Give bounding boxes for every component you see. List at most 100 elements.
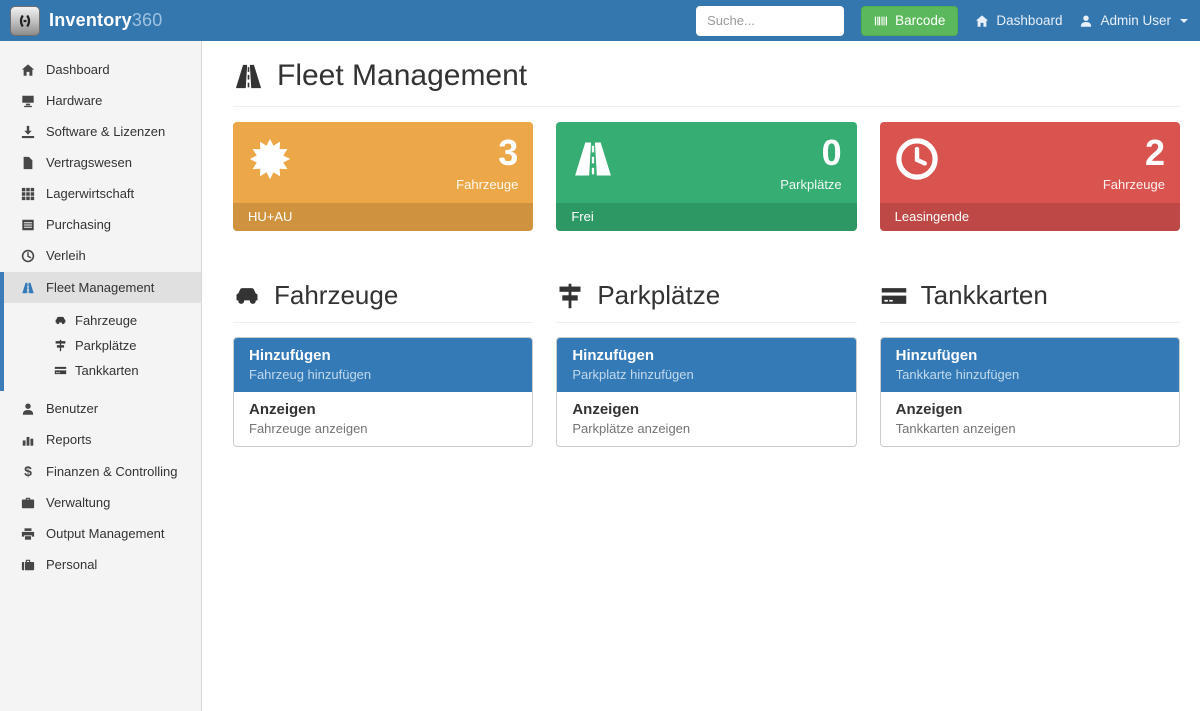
caret-down-icon: [1180, 19, 1188, 23]
user-menu[interactable]: Admin User: [1079, 13, 1188, 28]
bar-chart-icon: [21, 433, 35, 447]
sidebar-item-label: Verleih: [46, 248, 86, 263]
user-menu-label: Admin User: [1100, 13, 1171, 28]
add-parkplatz-panel[interactable]: Hinzufügen Parkplatz hinzufügen: [557, 338, 855, 392]
sidebar-item-label: Purchasing: [46, 217, 111, 232]
section-tankkarten: Tankkarten Hinzufügen Tankkarte hinzufüg…: [880, 280, 1180, 447]
sidebar-item-personal[interactable]: Personal: [0, 549, 201, 580]
barcode-label: Barcode: [895, 13, 945, 28]
brand-suffix: 360: [132, 10, 163, 30]
panel-group-tankkarten: Hinzufügen Tankkarte hinzufügen Anzeigen…: [880, 337, 1180, 447]
sidebar-item-vertragswesen[interactable]: Vertragswesen: [0, 147, 201, 178]
view-fahrzeuge-panel[interactable]: Anzeigen Fahrzeuge anzeigen: [234, 392, 532, 446]
top-navbar: Inventory360 Barcode Dashboard Admin Use…: [0, 0, 1200, 41]
brand-name: Inventory360: [49, 10, 162, 31]
desktop-icon: [21, 94, 35, 108]
sidebar-item-hardware[interactable]: Hardware: [0, 85, 201, 116]
nav-dashboard-link[interactable]: Dashboard: [975, 13, 1062, 28]
sidebar-item-label: Output Management: [46, 526, 165, 541]
sidebar-item-label: Vertragswesen: [46, 155, 132, 170]
add-tankkarte-panel[interactable]: Hinzufügen Tankkarte hinzufügen: [881, 338, 1179, 392]
sidebar: Dashboard Hardware Software & Lizenzen V…: [0, 41, 202, 711]
stats-row: 3 Fahrzeuge HU+AU 0 Parkplätze Frei 2: [233, 122, 1180, 231]
stat-card-frei[interactable]: 0 Parkplätze Frei: [556, 122, 856, 231]
sidebar-item-software-lizenzen[interactable]: Software & Lizenzen: [0, 116, 201, 147]
search-input[interactable]: [696, 6, 844, 36]
stat-footer: Frei: [556, 203, 856, 231]
home-icon: [975, 14, 989, 28]
sidebar-item-label: Lagerwirtschaft: [46, 186, 134, 201]
sidebar-item-benutzer[interactable]: Benutzer: [0, 393, 201, 424]
stat-card-hu-au[interactable]: 3 Fahrzeuge HU+AU: [233, 122, 533, 231]
sidebar-item-label: Software & Lizenzen: [46, 124, 165, 139]
sidebar-subitem-label: Fahrzeuge: [75, 313, 137, 328]
sidebar-submenu: Fahrzeuge Parkplätze Tankkarten: [4, 303, 201, 391]
download-icon: [21, 125, 35, 139]
clock-icon: [21, 249, 35, 263]
sidebar-item-label: Verwaltung: [46, 495, 110, 510]
sidebar-item-label: Finanzen & Controlling: [46, 464, 178, 479]
sidebar-item-output-management[interactable]: Output Management: [0, 518, 201, 549]
sidebar-active-group: Fleet Management Fahrzeuge Parkplätze Ta…: [0, 272, 201, 391]
sidebar-item-reports[interactable]: Reports: [0, 424, 201, 455]
sidebar-item-dashboard[interactable]: Dashboard: [0, 54, 201, 85]
section-title-fahrzeuge: Fahrzeuge: [233, 280, 533, 323]
sidebar-item-label: Dashboard: [46, 62, 110, 77]
user-icon: [1079, 14, 1093, 28]
signpost-icon: [54, 339, 67, 352]
stat-value: 0: [780, 135, 841, 171]
sidebar-item-label: Hardware: [46, 93, 102, 108]
signpost-icon: [556, 282, 584, 310]
home-icon: [21, 63, 35, 77]
road-icon: [21, 281, 35, 295]
sidebar-item-verwaltung[interactable]: Verwaltung: [0, 487, 201, 518]
sidebar-item-lagerwirtschaft[interactable]: Lagerwirtschaft: [0, 178, 201, 209]
view-tankkarten-panel[interactable]: Anzeigen Tankkarten anzeigen: [881, 392, 1179, 446]
grid-icon: [21, 187, 35, 201]
main-content: Fleet Management 3 Fahrzeuge HU+AU 0 Par…: [202, 41, 1200, 467]
sidebar-item-label: Reports: [46, 432, 92, 447]
road-icon: [233, 61, 264, 92]
credit-card-icon: [880, 282, 908, 310]
car-icon: [54, 314, 67, 327]
road-icon: [571, 137, 615, 181]
sidebar-item-verleih[interactable]: Verleih: [0, 240, 201, 271]
stat-footer: Leasingende: [880, 203, 1180, 231]
section-title-tankkarten: Tankkarten: [880, 280, 1180, 323]
sidebar-item-label: Benutzer: [46, 401, 98, 416]
sidebar-item-label: Fleet Management: [46, 280, 154, 295]
dollar-icon: $: [21, 463, 35, 479]
panel-group-parkplaetze: Hinzufügen Parkplatz hinzufügen Anzeigen…: [556, 337, 856, 447]
sidebar-subitem-tankkarten[interactable]: Tankkarten: [4, 358, 201, 383]
barcode-button[interactable]: Barcode: [861, 6, 958, 36]
printer-icon: [21, 527, 35, 541]
stat-card-leasingende[interactable]: 2 Fahrzeuge Leasingende: [880, 122, 1180, 231]
barcode-icon: [874, 14, 888, 28]
view-parkplaetze-panel[interactable]: Anzeigen Parkplätze anzeigen: [557, 392, 855, 446]
file-icon: [21, 156, 35, 170]
add-fahrzeug-panel[interactable]: Hinzufügen Fahrzeug hinzufügen: [234, 338, 532, 392]
panel-group-fahrzeuge: Hinzufügen Fahrzeug hinzufügen Anzeigen …: [233, 337, 533, 447]
certificate-icon: [248, 137, 292, 181]
stat-value: 3: [456, 135, 518, 171]
car-icon: [233, 282, 261, 310]
page-title: Fleet Management: [233, 57, 1180, 107]
sidebar-subitem-label: Parkplätze: [75, 338, 136, 353]
sections-row: Fahrzeuge Hinzufügen Fahrzeug hinzufügen…: [233, 280, 1180, 447]
brand[interactable]: Inventory360: [8, 6, 162, 36]
sidebar-item-purchasing[interactable]: Purchasing: [0, 209, 201, 240]
stat-unit: Fahrzeuge: [1103, 177, 1165, 192]
credit-card-icon: [54, 364, 67, 377]
stat-unit: Parkplätze: [780, 177, 841, 192]
user-icon: [21, 402, 35, 416]
list-icon: [21, 218, 35, 232]
section-parkplaetze: Parkplätze Hinzufügen Parkplatz hinzufüg…: [556, 280, 856, 447]
sidebar-item-fleet-management[interactable]: Fleet Management: [4, 272, 201, 303]
sidebar-item-label: Personal: [46, 557, 97, 572]
stat-footer: HU+AU: [233, 203, 533, 231]
sidebar-subitem-fahrzeuge[interactable]: Fahrzeuge: [4, 308, 201, 333]
nav-dashboard-label: Dashboard: [996, 13, 1062, 28]
sidebar-item-finanzen-controlling[interactable]: $ Finanzen & Controlling: [0, 455, 201, 487]
sidebar-subitem-label: Tankkarten: [75, 363, 139, 378]
sidebar-subitem-parkplaetze[interactable]: Parkplätze: [4, 333, 201, 358]
